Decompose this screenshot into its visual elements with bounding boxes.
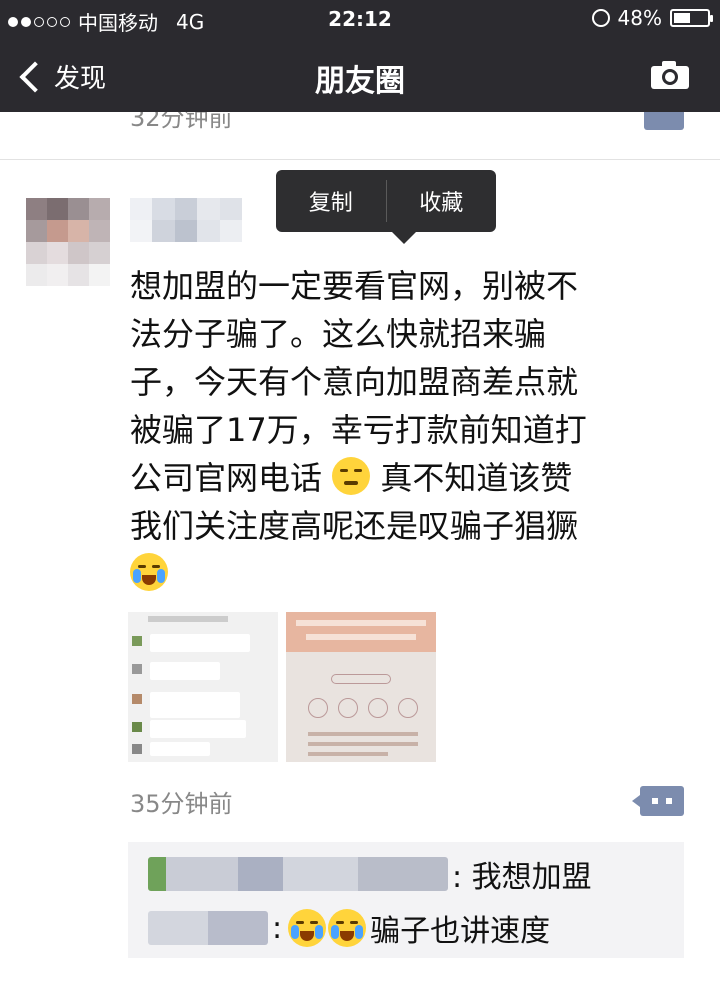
comment-text: 骗子也讲速度 <box>370 914 551 949</box>
menu-pointer <box>392 232 416 244</box>
image-avatar <box>132 664 142 674</box>
camera-icon[interactable] <box>650 60 690 90</box>
image-bubble <box>150 634 250 652</box>
image-avatar <box>132 744 142 754</box>
post-line: 公司官网电话 <box>130 459 323 497</box>
post-line-emoji <box>130 550 686 598</box>
favorite-menu-item[interactable]: 收藏 <box>387 170 497 232</box>
image-bubble <box>150 742 210 756</box>
smirk-emoji-icon <box>332 457 371 495</box>
image-bubble <box>150 692 240 718</box>
post-line: 子，今天有个意向加盟商差点就 <box>130 363 579 401</box>
user-name-blurred[interactable] <box>130 198 242 242</box>
image-circle <box>338 698 358 718</box>
image-bubble <box>150 662 220 680</box>
post-time: 35分钟前 <box>130 790 233 818</box>
image-text-blur <box>308 752 388 756</box>
context-menu: 复制 收藏 <box>276 170 497 244</box>
crying-laughing-emoji-icon <box>288 909 327 947</box>
status-bar: 中国移动 4G 22:12 48% <box>0 0 720 40</box>
comment-item[interactable]: : 我想加盟 <box>148 852 592 896</box>
image-circle <box>368 698 388 718</box>
image-avatar <box>132 636 142 646</box>
commenter-name-blurred[interactable] <box>148 857 448 891</box>
previous-comment-button[interactable] <box>644 112 684 130</box>
battery-icon <box>670 9 713 27</box>
image-text-blur <box>148 616 228 622</box>
dot-icon <box>652 798 658 804</box>
post-line: 被骗了17万，幸亏打款前知道打 <box>130 411 587 449</box>
commenter-name-blurred[interactable] <box>148 911 268 945</box>
image-avatar <box>132 694 142 704</box>
crying-laughing-emoji-icon <box>130 553 168 591</box>
post-image-poster[interactable] <box>286 612 436 762</box>
image-text-blur <box>308 742 418 746</box>
post-line: 想加盟的一定要看官网，别被不 <box>130 267 579 305</box>
comment-text: : 我想加盟 <box>452 860 592 895</box>
comment-item[interactable]: : 骗子也讲速度 <box>148 906 550 950</box>
image-text-blur <box>306 634 416 640</box>
battery-percent: 48% <box>617 6 662 30</box>
comment-button[interactable] <box>632 786 684 816</box>
image-header <box>286 612 436 652</box>
image-avatar <box>132 722 142 732</box>
avatar[interactable] <box>26 198 110 286</box>
copy-menu-item[interactable]: 复制 <box>276 170 386 232</box>
post-text[interactable]: 想加盟的一定要看官网，别被不 法分子骗了。这么快就招来骗 子，今天有个意向加盟商… <box>130 262 686 598</box>
rotation-lock-icon <box>591 9 610 27</box>
post-line: 法分子骗了。这么快就招来骗 <box>130 315 547 353</box>
image-circle <box>398 698 418 718</box>
image-text-blur <box>308 732 418 736</box>
navigation-bar: 发现 朋友圈 <box>0 40 720 112</box>
page-title: 朋友圈 <box>315 64 405 99</box>
post-line-with-emoji: 公司官网电话 真不知道该赞 <box>130 454 686 502</box>
post-image-chat-screenshot[interactable] <box>128 612 278 762</box>
post-line: 真不知道该赞 <box>380 459 573 497</box>
dot-icon <box>666 798 672 804</box>
crying-laughing-emoji-icon <box>328 909 367 947</box>
image-bubble <box>150 720 246 738</box>
image-circle <box>308 698 328 718</box>
image-button <box>331 674 391 684</box>
previous-post-fragment: 32分钟前 <box>0 112 720 160</box>
post-line: 我们关注度高呢还是叹骗子猖獗 <box>130 507 579 545</box>
comments-panel: : 我想加盟 : 骗子也讲速度 <box>128 842 684 958</box>
previous-post-time: 32分钟前 <box>130 112 233 132</box>
image-text-blur <box>296 620 426 626</box>
